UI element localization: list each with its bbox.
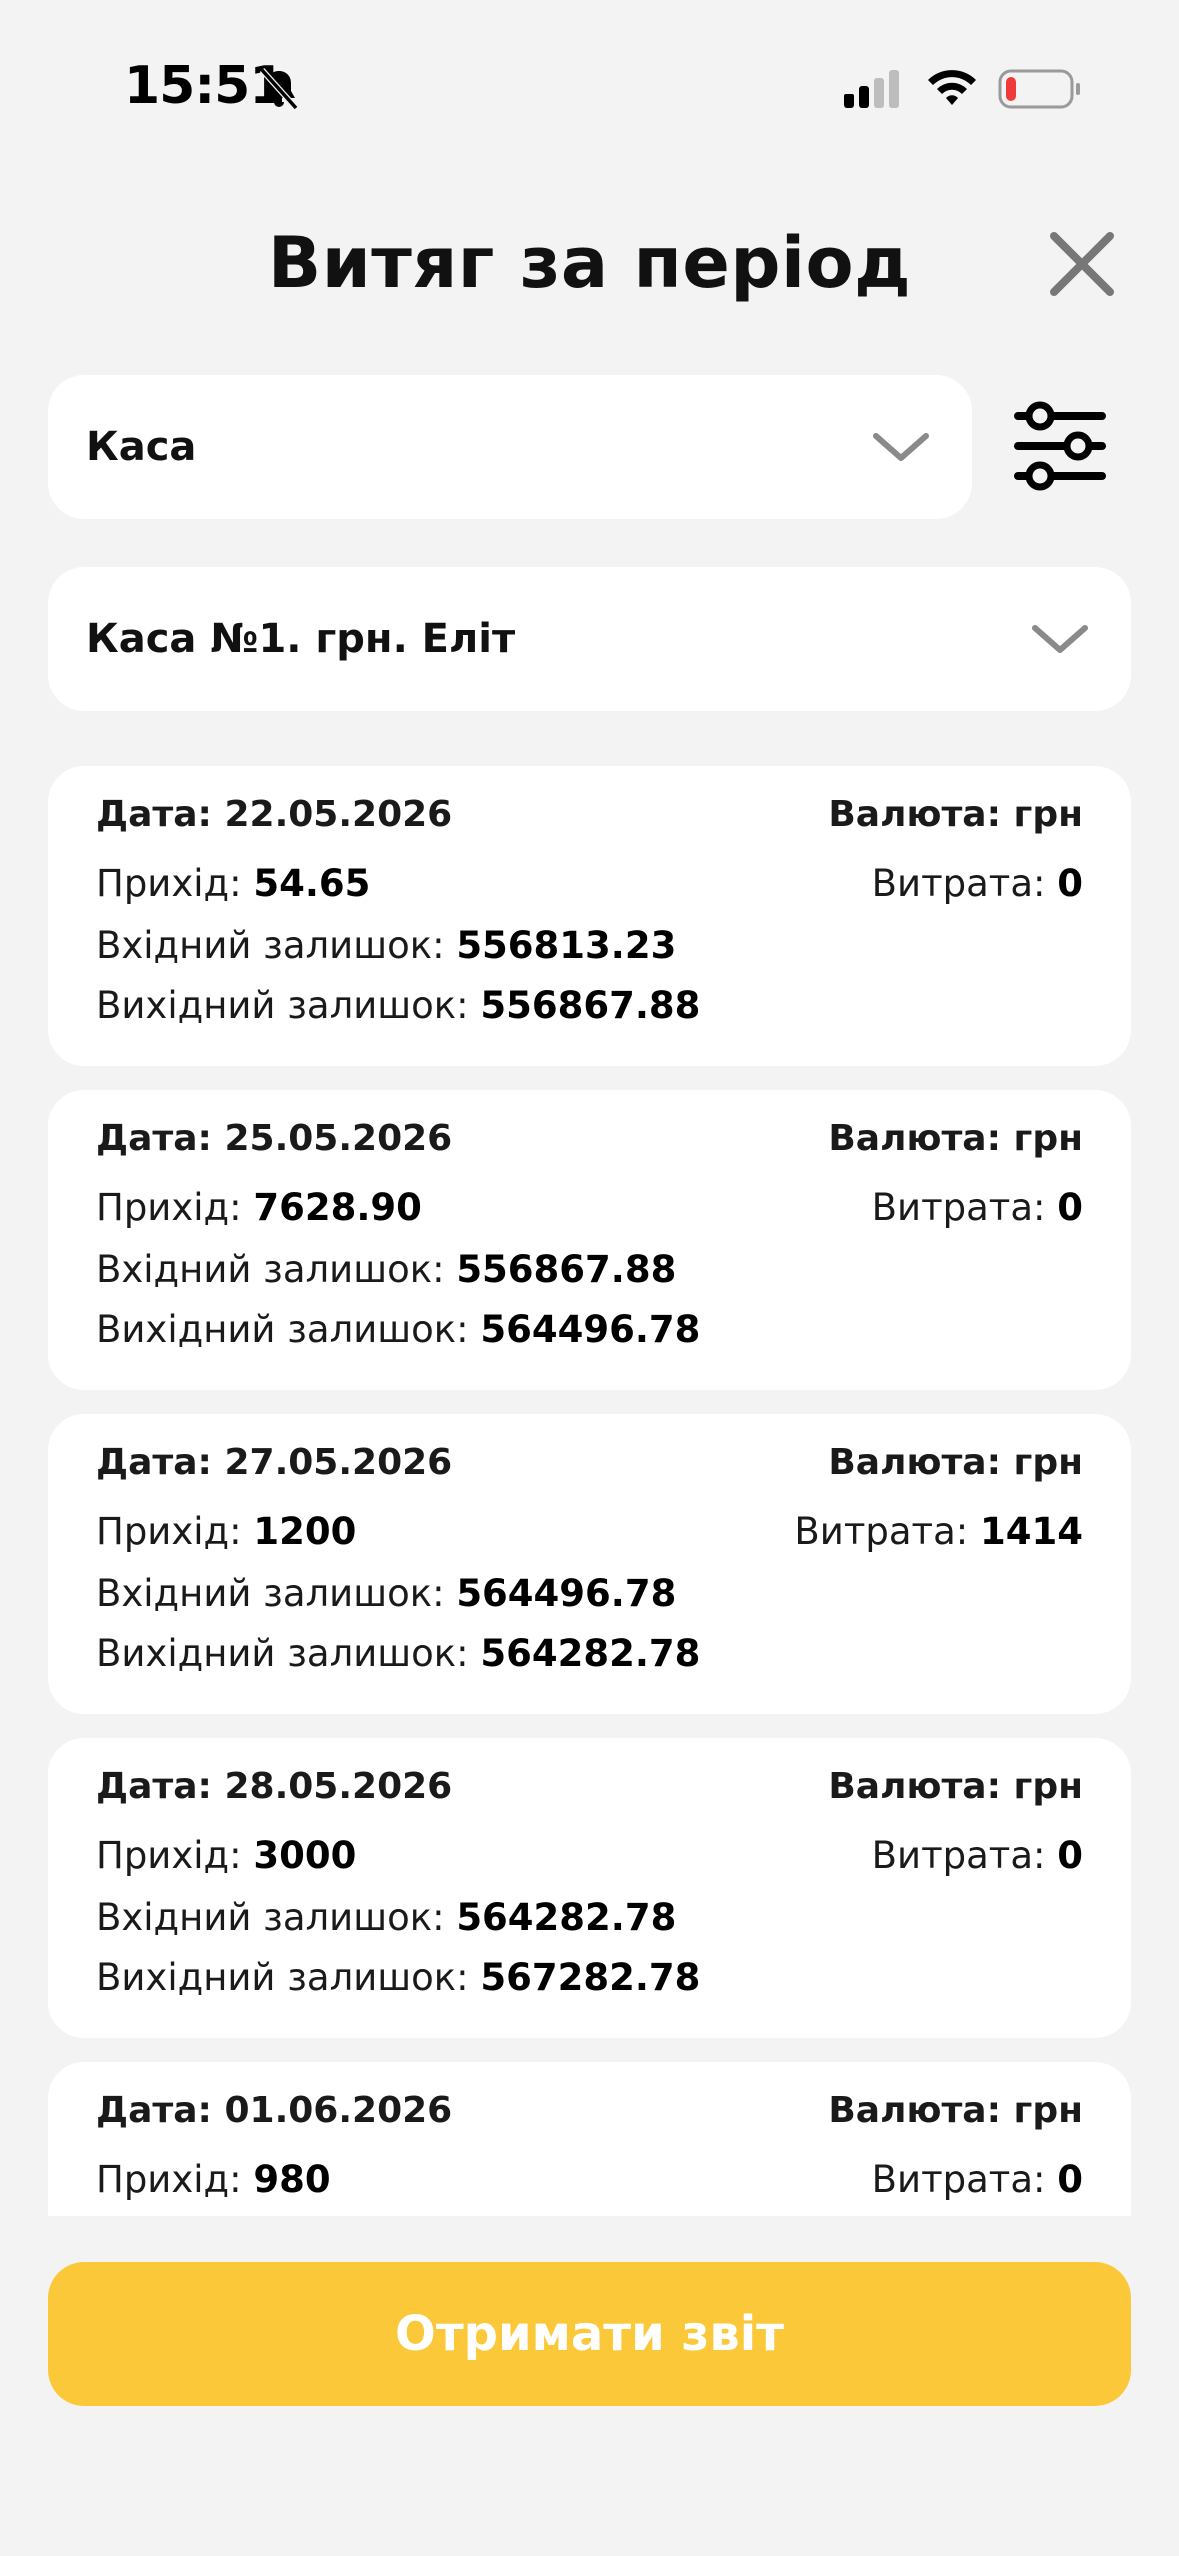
chevron-down-icon (873, 433, 929, 461)
entry-opening-balance: Вхідний залишок: 556813.23 (96, 924, 677, 967)
entry-currency: Валюта: грн (828, 1118, 1083, 1159)
entry-expense: Витрата: 0 (871, 862, 1083, 905)
statement-list[interactable]: Дата: 22.05.2026 Валюта: грн Прихід: 54.… (48, 766, 1131, 2216)
entry-income: Прихід: 54.65 (96, 862, 371, 905)
close-icon[interactable] (1046, 228, 1118, 300)
entry-currency: Валюта: грн (828, 794, 1083, 835)
entry-opening-balance: Вхідний залишок: 564496.78 (96, 1572, 677, 1615)
entry-expense: Витрата: 0 (871, 2158, 1083, 2201)
chevron-down-icon (1032, 625, 1088, 653)
screen: 15:51 Витяг за період Каса Каса №1. грн.… (0, 0, 1179, 2556)
account-type-value: Каса (86, 424, 197, 470)
cashbox-value: Каса №1. грн. Еліт (86, 616, 516, 662)
entry-currency: Валюта: грн (828, 1766, 1083, 1807)
account-type-select[interactable]: Каса (48, 375, 972, 519)
entry-income: Прихід: 980 (96, 2158, 331, 2201)
entry-income: Прихід: 3000 (96, 1834, 357, 1877)
entry-currency: Валюта: грн (828, 2090, 1083, 2131)
entry-closing-balance: Вихідний залишок: 564282.78 (96, 1632, 701, 1675)
entry-date: Дата: 28.05.2026 (96, 1766, 453, 1807)
statement-card: Дата: 22.05.2026 Валюта: грн Прихід: 54.… (48, 766, 1131, 1066)
entry-income: Прихід: 7628.90 (96, 1186, 422, 1229)
entry-currency: Валюта: грн (828, 1442, 1083, 1483)
entry-expense: Витрата: 0 (871, 1186, 1083, 1229)
entry-income: Прихід: 1200 (96, 1510, 357, 1553)
page-title: Витяг за період (267, 222, 912, 304)
statement-card: Дата: 01.06.2026 Валюта: грн Прихід: 980… (48, 2062, 1131, 2216)
get-report-button[interactable]: Отримати звіт (48, 2262, 1131, 2406)
statement-card: Дата: 27.05.2026 Валюта: грн Прихід: 120… (48, 1414, 1131, 1714)
wifi-icon (928, 70, 976, 105)
status-bar: 15:51 (0, 0, 1179, 160)
entry-date: Дата: 25.05.2026 (96, 1118, 453, 1159)
entry-expense: Витрата: 1414 (794, 1510, 1083, 1553)
bell-slash-icon (259, 67, 299, 111)
sliders-icon[interactable] (1012, 398, 1108, 494)
cellular-signal-icon (844, 70, 899, 108)
entry-opening-balance: Вхідний залишок: 564282.78 (96, 1896, 677, 1939)
entry-date: Дата: 27.05.2026 (96, 1442, 453, 1483)
entry-date: Дата: 01.06.2026 (96, 2090, 453, 2131)
entry-expense: Витрата: 0 (871, 1834, 1083, 1877)
entry-date: Дата: 22.05.2026 (96, 794, 453, 835)
entry-closing-balance: Вихідний залишок: 564496.78 (96, 1308, 701, 1351)
battery-icon (998, 69, 1080, 109)
entry-closing-balance: Вихідний залишок: 556867.88 (96, 984, 701, 1027)
statement-card: Дата: 28.05.2026 Валюта: грн Прихід: 300… (48, 1738, 1131, 2038)
cashbox-select[interactable]: Каса №1. грн. Еліт (48, 567, 1131, 711)
entry-opening-balance: Вхідний залишок: 556867.88 (96, 1248, 677, 1291)
statement-card: Дата: 25.05.2026 Валюта: грн Прихід: 762… (48, 1090, 1131, 1390)
entry-closing-balance: Вихідний залишок: 567282.78 (96, 1956, 701, 1999)
